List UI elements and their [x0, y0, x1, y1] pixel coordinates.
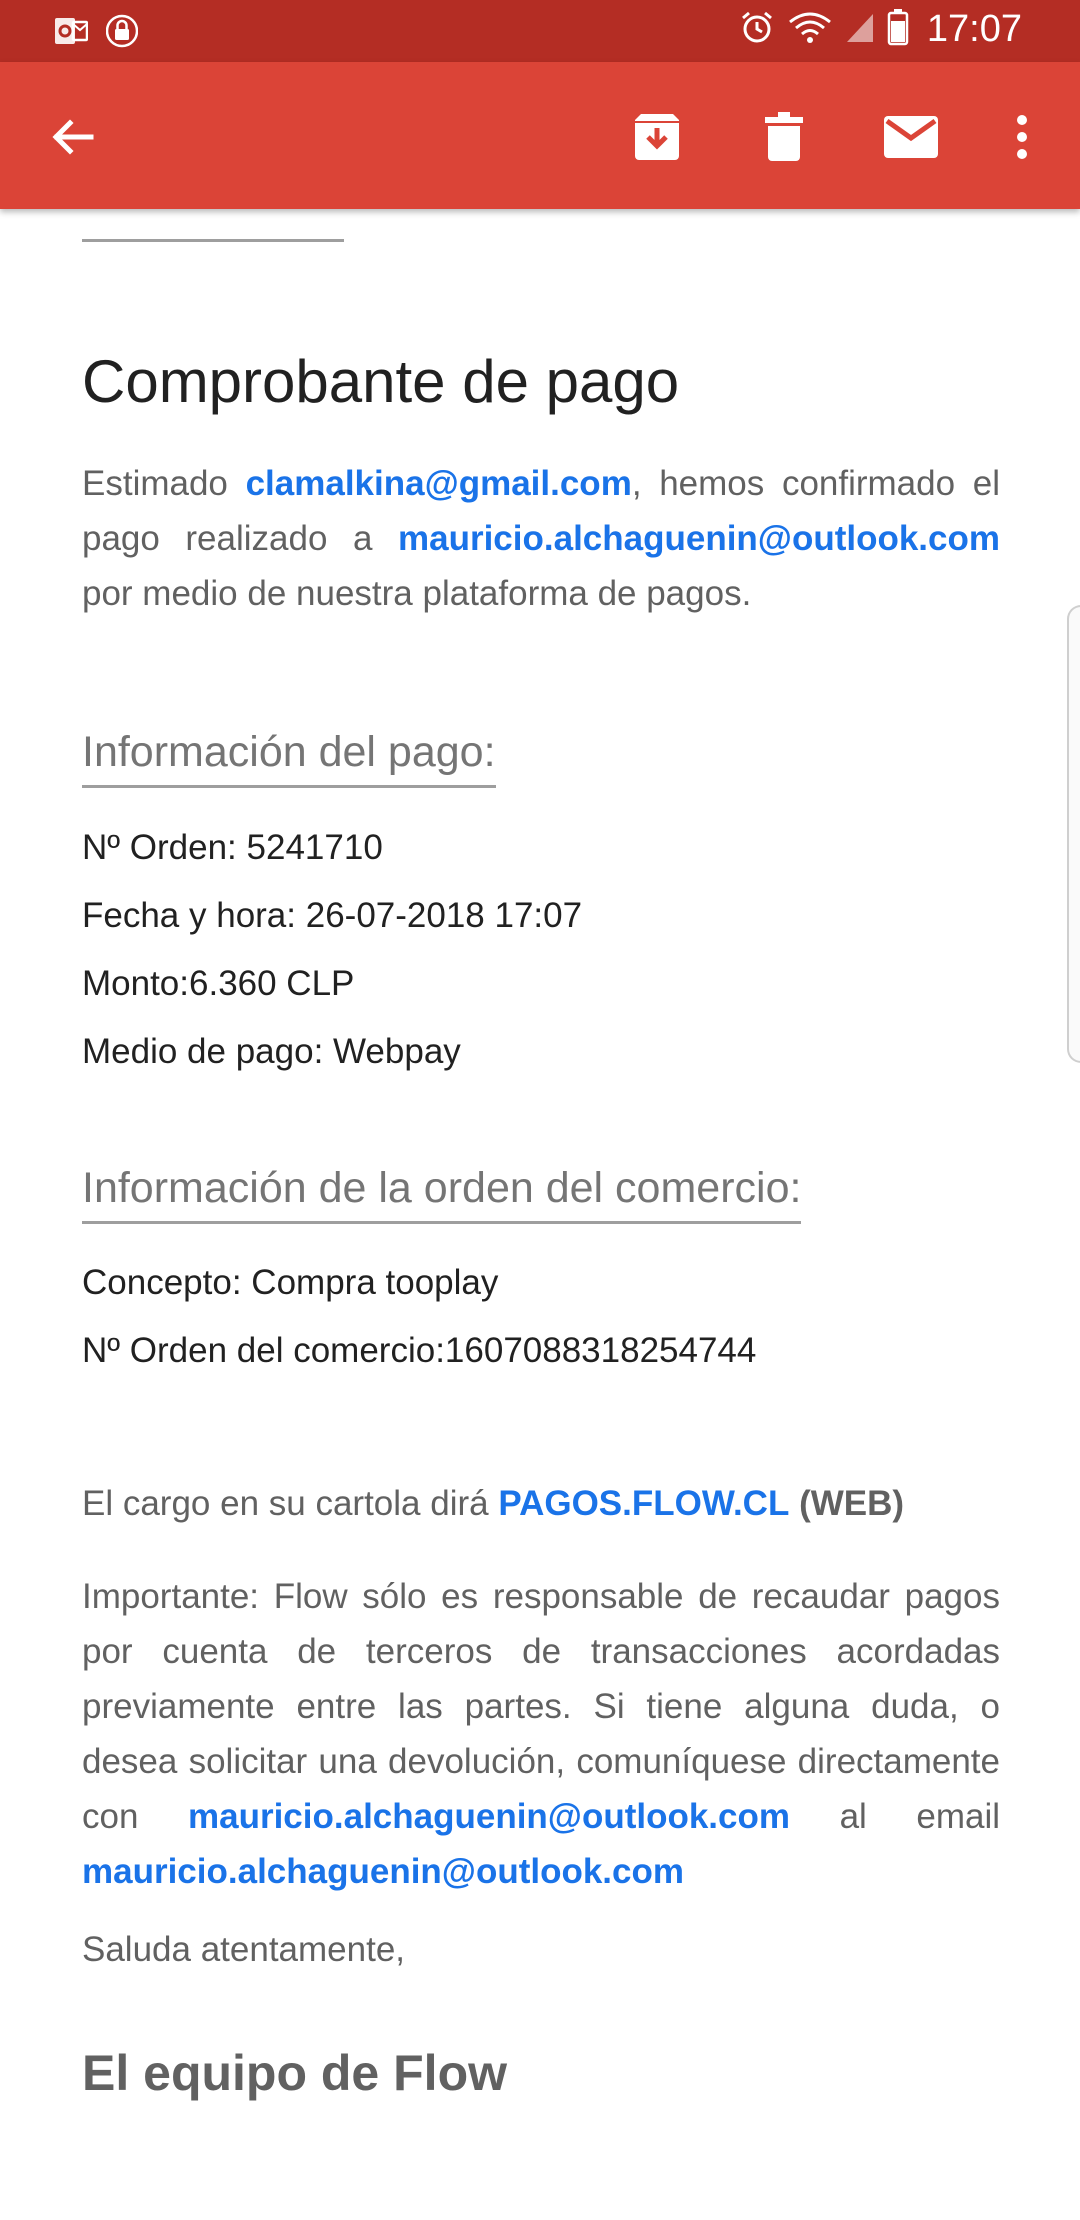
back-arrow-icon[interactable]	[42, 107, 102, 167]
archive-icon[interactable]	[627, 107, 687, 167]
concept-label: Concepto:	[82, 1263, 242, 1302]
payer-email-link[interactable]: clamalkina@gmail.com	[246, 464, 632, 503]
merchant-order-label: Nº Orden del comercio:	[82, 1331, 445, 1370]
merchant-order-heading: Información de la orden del comercio:	[82, 1163, 802, 1224]
amount-value: 6.360 CLP	[189, 964, 355, 1003]
payment-method-line: Medio de pago: Webpay	[82, 1031, 461, 1073]
email-body: Comprobante de pago Estimado clamalkina@…	[0, 209, 1080, 2220]
greeting-paragraph: Estimado clamalkina@gmail.com, hemos con…	[82, 456, 1000, 621]
greeting-suffix: por medio de nuestra plataforma de pagos…	[82, 574, 752, 613]
status-bar: 17:07	[0, 0, 1080, 62]
concept-value: Compra tooplay	[251, 1263, 499, 1302]
amount-label: Monto:	[82, 964, 189, 1003]
amount-line: Monto:6.360 CLP	[82, 963, 354, 1005]
system-icons: 17:07	[739, 8, 1022, 51]
delete-icon[interactable]	[754, 107, 814, 167]
merchant-order-value: 1607088318254744	[444, 1331, 757, 1370]
statement-paragraph: El cargo en su cartola dirá PAGOS.FLOW.C…	[82, 1476, 1000, 1531]
flow-link[interactable]: PAGOS.FLOW.CL	[498, 1484, 789, 1523]
order-number-label: Nº Orden:	[82, 828, 237, 867]
statement-prefix: El cargo en su cartola dirá	[82, 1484, 499, 1523]
merchant-order-line: Nº Orden del comercio:1607088318254744	[82, 1330, 756, 1372]
concept-line: Concepto: Compra tooplay	[82, 1262, 498, 1304]
signal-icon	[845, 10, 875, 49]
date-time-label: Fecha y hora:	[82, 896, 296, 935]
payment-method-value: Webpay	[333, 1032, 461, 1071]
scroll-handle[interactable]	[1067, 605, 1080, 1063]
merchant-email-link[interactable]: mauricio.alchaguenin@outlook.com	[398, 519, 1000, 558]
email-toolbar	[0, 62, 1080, 209]
battery-icon	[887, 8, 909, 51]
date-time-line: Fecha y hora: 26-07-2018 17:07	[82, 895, 582, 937]
notice-email-link[interactable]: mauricio.alchaguenin@outlook.com	[188, 1797, 790, 1836]
notice-middle: al email	[790, 1797, 1001, 1836]
signature: El equipo de Flow	[82, 2045, 507, 2101]
date-time-value: 26-07-2018 17:07	[305, 896, 583, 935]
order-number-value: 5241710	[246, 828, 383, 867]
wifi-icon	[787, 9, 833, 50]
closing-text: Saluda atentamente,	[82, 1930, 406, 1969]
more-vert-icon[interactable]	[992, 107, 1052, 167]
notification-icons	[54, 14, 139, 53]
email-title: Comprobante de pago	[82, 348, 680, 415]
payment-info-heading: Información del pago:	[82, 727, 496, 788]
greeting-prefix: Estimado	[82, 464, 246, 503]
notice-email-link-2[interactable]: mauricio.alchaguenin@outlook.com	[82, 1852, 684, 1891]
order-number-line: Nº Orden: 5241710	[82, 827, 383, 869]
mark-unread-icon[interactable]	[881, 107, 941, 167]
payment-method-label: Medio de pago:	[82, 1032, 324, 1071]
divider	[82, 239, 344, 242]
statement-suffix: (WEB)	[799, 1484, 905, 1523]
alarm-icon	[739, 9, 775, 50]
outlook-notification-icon	[54, 14, 89, 53]
status-time: 17:07	[926, 8, 1022, 50]
notice-paragraph: Importante: Flow sólo es responsable de …	[82, 1569, 1000, 1899]
lock-notification-icon	[105, 14, 139, 53]
